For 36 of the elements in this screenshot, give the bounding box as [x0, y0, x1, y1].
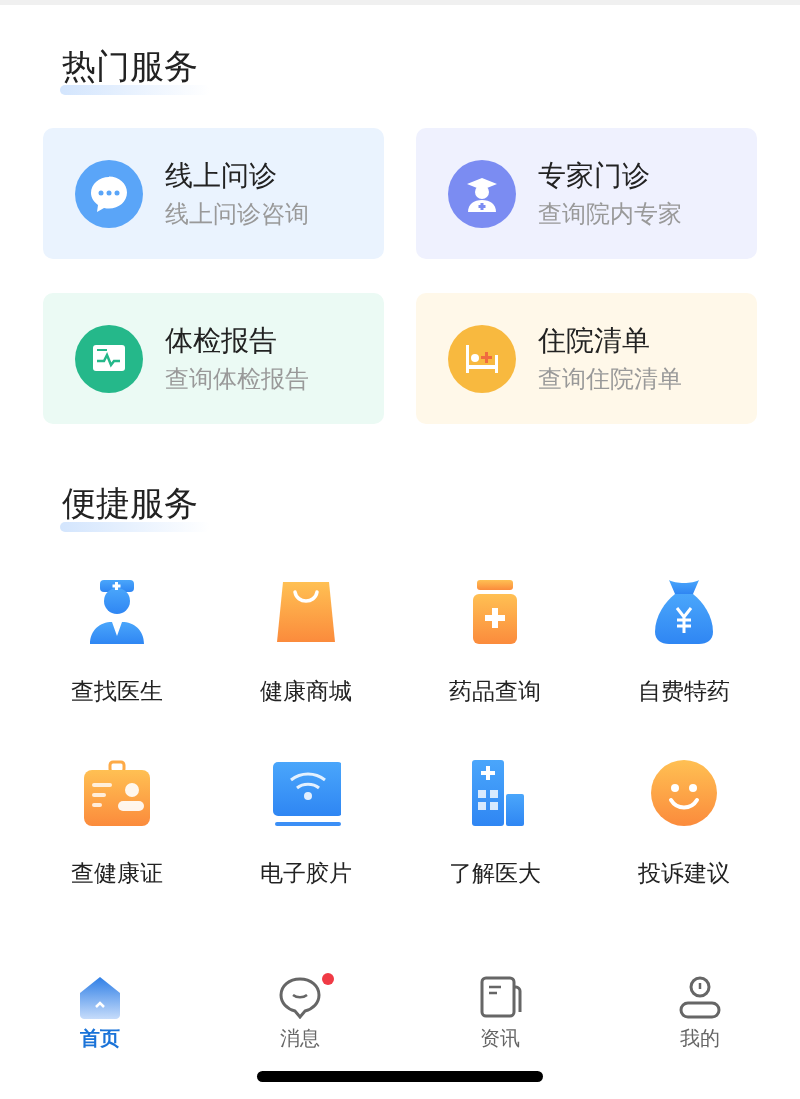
service-shortcut[interactable]: 投诉建议 [589, 758, 778, 888]
service-shortcut[interactable]: 自费特药 [589, 576, 778, 706]
card-title: 线上问诊 [165, 157, 278, 194]
service-shortcut[interactable]: 药品查询 [400, 576, 589, 706]
card-subtitle: 查询住院清单 [538, 363, 682, 395]
home-icon [78, 975, 122, 1019]
service-shortcut[interactable]: 健康商城 [211, 576, 400, 706]
card-subtitle: 查询院内专家 [538, 198, 682, 230]
section-title: 便捷服务 [62, 484, 199, 522]
tab-bar-item[interactable]: 我的 [600, 975, 800, 1051]
chat-bubble-icon [278, 975, 322, 1019]
service-shortcut[interactable]: 查找医生 [22, 576, 211, 706]
service-card[interactable]: 体检报告 查询体检报告 [43, 293, 384, 424]
card-title: 专家门诊 [538, 157, 651, 194]
service-shortcut[interactable]: 了解医大 [400, 758, 589, 888]
user-icon [678, 975, 722, 1019]
id-card-icon [81, 758, 152, 828]
service-shortcut[interactable]: 查健康证 [22, 758, 211, 888]
tab-bar-item[interactable]: 资讯 [400, 975, 600, 1051]
service-card[interactable]: 住院清单 查询住院清单 [416, 293, 757, 424]
service-card[interactable]: 专家门诊 查询院内专家 [416, 128, 757, 259]
bed-icon [448, 324, 516, 393]
tab-bar-item[interactable]: 消息 [200, 975, 400, 1051]
smiley-face-icon [648, 758, 719, 828]
card-title: 住院清单 [538, 322, 651, 359]
card-subtitle: 查询体检报告 [165, 363, 309, 395]
monitor-icon [75, 324, 143, 393]
chat-bubble-icon [75, 159, 143, 228]
service-shortcut[interactable]: 电子胶片 [211, 758, 400, 888]
graduate-icon [448, 159, 516, 228]
document-icon [478, 975, 522, 1019]
section-title: 热门服务 [62, 47, 199, 85]
tab-bar-item[interactable]: 首页 [0, 975, 200, 1051]
service-card[interactable]: 线上问诊 线上问诊咨询 [43, 128, 384, 259]
card-title: 体检报告 [165, 322, 278, 359]
card-subtitle: 线上问诊咨询 [165, 198, 309, 230]
